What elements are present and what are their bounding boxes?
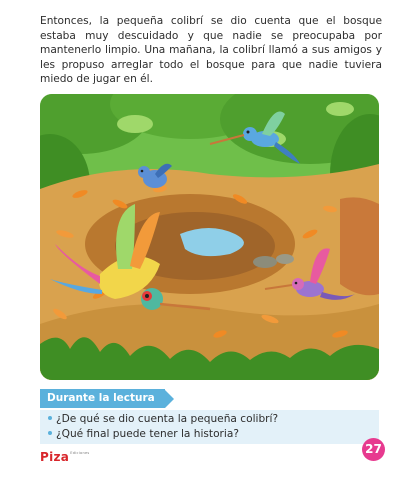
- page-number-badge: 27: [362, 438, 385, 461]
- story-paragraph: Entonces, la pequeña colibrí se dio cuen…: [40, 15, 382, 86]
- forest-scene-image: [40, 94, 379, 380]
- stone: [253, 256, 277, 268]
- question-item: ¿Qué final puede tener la historia?: [40, 427, 379, 442]
- questions-list: ¿De qué se dio cuenta la pequeña colibrí…: [40, 410, 379, 444]
- section-heading-arrow: [164, 389, 174, 408]
- question-item: ¿De qué se dio cuenta la pequeña colibrí…: [40, 412, 379, 427]
- section-heading-label: Durante la lectura: [40, 389, 165, 408]
- publisher-logo-tag: Ediciones: [70, 451, 90, 455]
- bullet-icon: [48, 431, 52, 435]
- story-illustration: [40, 94, 379, 380]
- bullet-icon: [48, 416, 52, 420]
- publisher-logo-text: Piza: [40, 450, 70, 464]
- light-leaf: [117, 115, 153, 133]
- stone: [276, 254, 294, 264]
- tree-trunk: [340, 197, 379, 296]
- section-heading: Durante la lectura: [40, 389, 174, 408]
- light-leaf: [326, 102, 354, 116]
- publisher-logo: Piza Ediciones: [40, 450, 90, 464]
